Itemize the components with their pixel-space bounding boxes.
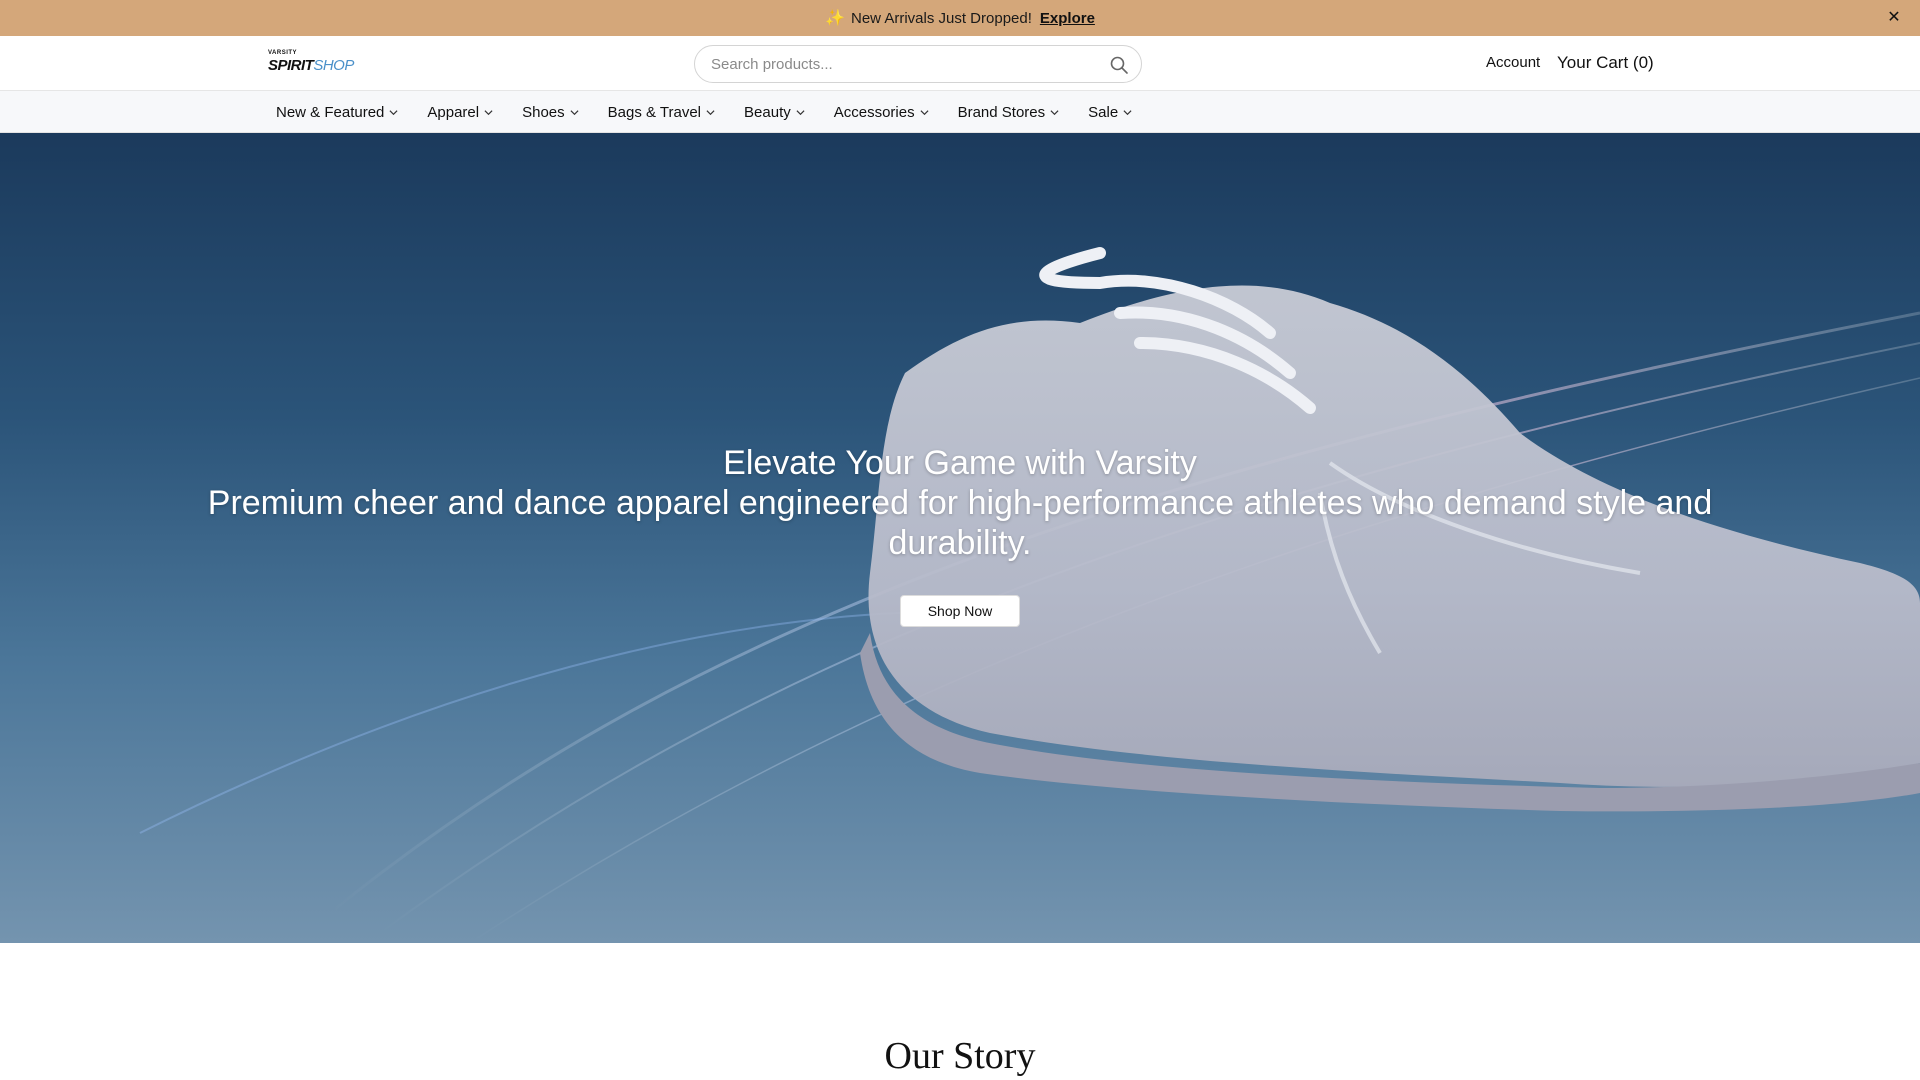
search-input[interactable] xyxy=(711,46,1101,82)
hero-banner: Elevate Your Game with Varsity Premium c… xyxy=(0,133,1920,943)
explore-link[interactable]: Explore xyxy=(1040,10,1095,27)
site-header: VARSITY SPIRITSHOP Account Your Cart (0) xyxy=(0,36,1920,91)
chevron-down-icon xyxy=(920,109,929,115)
chevron-down-icon xyxy=(1123,109,1132,115)
nav-item-label: Sale xyxy=(1088,103,1119,121)
announcement-text: New Arrivals Just Dropped! xyxy=(850,9,1032,27)
search-icon[interactable] xyxy=(1109,55,1129,75)
main-nav: New & Featured Apparel Shoes Bags & Trav… xyxy=(0,91,1920,133)
nav-item-beauty[interactable]: Beauty xyxy=(744,104,805,121)
chevron-down-icon xyxy=(484,109,493,115)
nav-item-sale[interactable]: Sale xyxy=(1088,104,1132,121)
account-link[interactable]: Account xyxy=(1486,54,1540,71)
hero-subtitle: Premium cheer and dance apparel engineer… xyxy=(207,484,1713,562)
nav-item-label: Accessories xyxy=(833,103,915,121)
cart-link[interactable]: Your Cart (0) xyxy=(1557,53,1654,73)
nav-item-new-featured[interactable]: New & Featured xyxy=(276,104,398,121)
nav-item-label: Shoes xyxy=(522,103,565,121)
chevron-down-icon xyxy=(570,109,579,115)
logo[interactable]: VARSITY SPIRITSHOP xyxy=(268,50,354,80)
nav-item-label: New & Featured xyxy=(276,103,385,121)
nav-item-label: Apparel xyxy=(427,103,480,121)
sparkle-icon: ✨ xyxy=(825,10,845,27)
nav-item-label: Bags & Travel xyxy=(607,103,702,121)
hero-text: Elevate Your Game with Varsity Premium c… xyxy=(0,443,1920,563)
shop-now-button[interactable]: Shop Now xyxy=(900,595,1020,627)
nav-item-bags-travel[interactable]: Bags & Travel xyxy=(608,104,715,121)
close-icon[interactable]: ✕ xyxy=(1884,8,1904,28)
chevron-down-icon xyxy=(706,109,715,115)
logo-top-text: VARSITY xyxy=(268,50,298,56)
nav-item-label: Brand Stores xyxy=(957,103,1046,121)
section-title-our-story: Our Story xyxy=(884,1035,1036,1077)
nav-item-label: Beauty xyxy=(744,103,791,121)
logo-word-main: SPIRIT xyxy=(268,57,314,74)
chevron-down-icon xyxy=(1050,109,1059,115)
nav-item-brand-stores[interactable]: Brand Stores xyxy=(958,104,1060,121)
nav-item-shoes[interactable]: Shoes xyxy=(522,104,579,121)
nav-item-accessories[interactable]: Accessories xyxy=(834,104,929,121)
logo-word-accent: SHOP xyxy=(313,57,354,74)
announcement-bar: ✨ New Arrivals Just Dropped! Explore ✕ xyxy=(0,0,1920,36)
chevron-down-icon xyxy=(796,109,805,115)
logo-wordmark: SPIRITSHOP xyxy=(268,57,354,74)
chevron-down-icon xyxy=(389,109,398,115)
search-bar xyxy=(694,45,1142,83)
nav-item-apparel[interactable]: Apparel xyxy=(427,104,493,121)
hero-title: Elevate Your Game with Varsity xyxy=(723,444,1197,482)
